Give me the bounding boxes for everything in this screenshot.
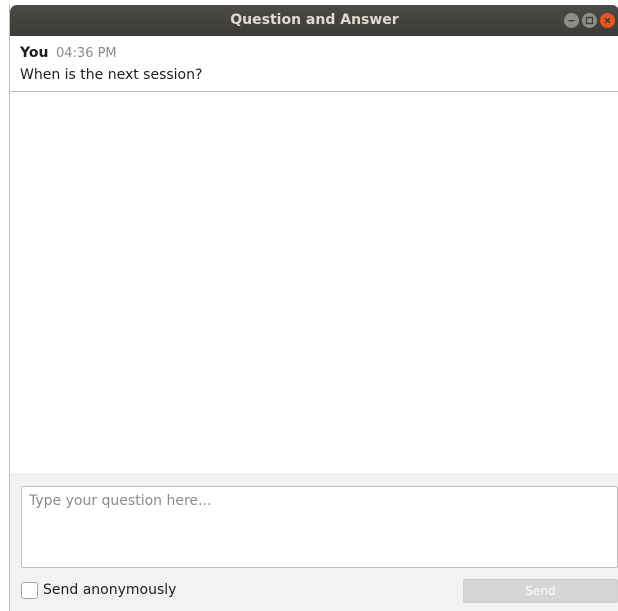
- title-bar: Question and Answer: [10, 5, 618, 36]
- qa-window: Question and Answer You 04:36 PM When is…: [9, 5, 618, 611]
- composer-panel: Send anonymously Send: [10, 473, 618, 611]
- minimize-icon: [568, 20, 575, 22]
- close-button[interactable]: [600, 13, 615, 28]
- message-time: 04:36 PM: [56, 46, 117, 61]
- question-input[interactable]: [21, 486, 618, 568]
- minimize-button[interactable]: [564, 13, 579, 28]
- message-sender: You: [20, 45, 49, 61]
- window-title: Question and Answer: [230, 12, 399, 28]
- anonymous-label: Send anonymously: [43, 582, 177, 598]
- anonymous-checkbox[interactable]: [21, 581, 38, 599]
- message-text: When is the next session?: [20, 67, 203, 83]
- message-item: You 04:36 PM When is the next session?: [10, 36, 618, 92]
- send-button[interactable]: Send: [463, 579, 618, 603]
- close-icon: [604, 17, 611, 24]
- maximize-button[interactable]: [582, 13, 597, 28]
- maximize-icon: [585, 16, 594, 25]
- message-list[interactable]: You 04:36 PM When is the next session?: [10, 36, 618, 473]
- send-anonymously-option[interactable]: Send anonymously: [21, 581, 176, 599]
